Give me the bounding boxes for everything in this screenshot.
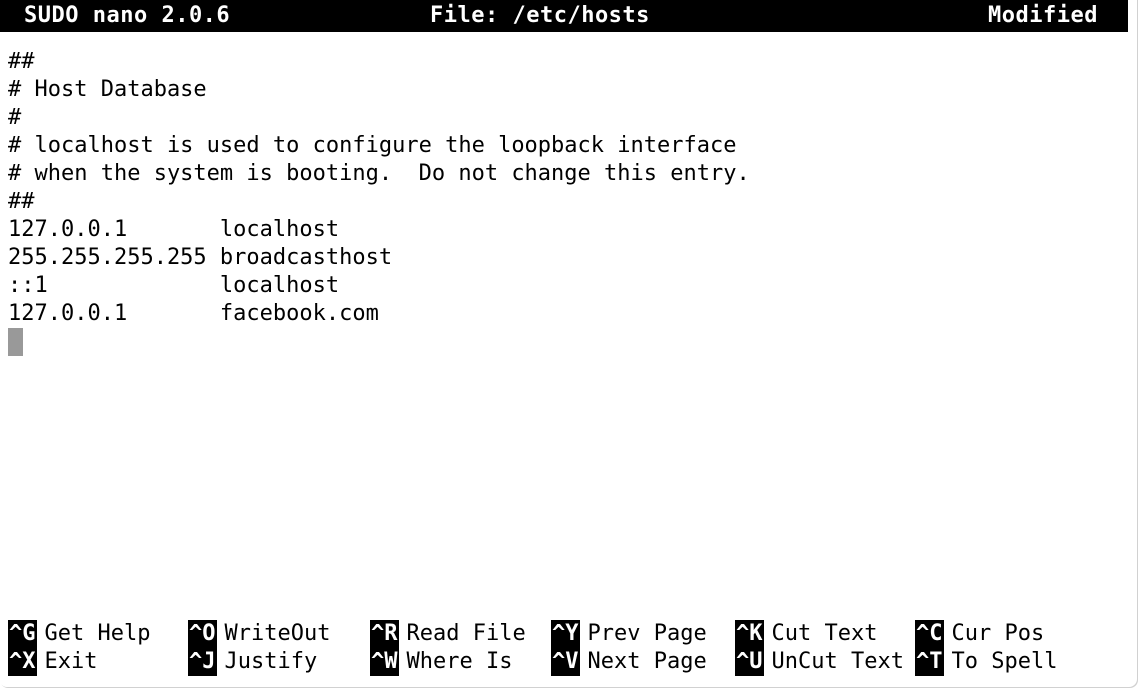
file-path-label: File: /etc/hosts (430, 3, 650, 28)
shortcut-key-badge: ^R (370, 620, 399, 648)
shortcut-prev-page[interactable]: ^Y Prev Page (551, 620, 707, 648)
shortcut-label: Prev Page (587, 621, 707, 646)
title-bar: SUDO nano 2.0.6 File: /etc/hosts Modifie… (0, 0, 1128, 32)
editor-line[interactable]: # Host Database (8, 76, 207, 104)
shortcut-read-file[interactable]: ^R Read File (370, 620, 526, 648)
shortcut-label: Get Help (44, 621, 151, 646)
editor-line[interactable]: 127.0.0.1 localhost (8, 216, 339, 244)
shortcut-label: Read File (406, 621, 526, 646)
shortcut-label: UnCut Text (771, 649, 904, 674)
shortcut-get-help[interactable]: ^G Get Help (8, 620, 150, 648)
shortcut-label: To Spell (951, 649, 1058, 674)
shortcut-key-badge: ^G (8, 620, 37, 648)
editor-line[interactable]: ## (8, 48, 35, 76)
editor-line[interactable]: 127.0.0.1 facebook.com (8, 300, 379, 328)
text-cursor (8, 328, 23, 356)
shortcut-help-bar: ^G Get Help ^X Exit ^O WriteOut ^J Justify ^R Rea… (0, 620, 1138, 678)
shortcut-writeout[interactable]: ^O WriteOut (188, 620, 330, 648)
app-version-label: SUDO nano 2.0.6 (24, 3, 231, 28)
editor-line[interactable]: 255.255.255.255 broadcasthost (8, 244, 392, 272)
editor-line[interactable]: # (8, 104, 21, 132)
shortcut-label: Where Is (406, 649, 513, 674)
editor-line[interactable]: # when the system is booting. Do not cha… (8, 160, 750, 188)
shortcut-exit[interactable]: ^X Exit (8, 648, 97, 676)
editor-line[interactable]: ## (8, 188, 35, 216)
shortcut-key-badge: ^C (915, 620, 944, 648)
shortcut-key-badge: ^K (735, 620, 764, 648)
nano-editor-window: SUDO nano 2.0.6 File: /etc/hosts Modifie… (0, 0, 1138, 688)
shortcut-label: Cur Pos (951, 621, 1045, 646)
shortcut-label: WriteOut (224, 621, 331, 646)
shortcut-key-badge: ^W (370, 648, 399, 676)
shortcut-key-badge: ^O (188, 620, 217, 648)
shortcut-where-is[interactable]: ^W Where Is (370, 648, 512, 676)
shortcut-key-badge: ^J (188, 648, 217, 676)
text-buffer[interactable]: ## # Host Database # # localhost is used to… (0, 48, 1138, 600)
shortcut-key-badge: ^X (8, 648, 37, 676)
shortcut-uncut-text[interactable]: ^U UnCut Text (735, 648, 904, 676)
shortcut-label: Exit (44, 649, 98, 674)
shortcut-next-page[interactable]: ^V Next Page (551, 648, 707, 676)
editor-line[interactable]: ::1 localhost (8, 272, 339, 300)
shortcut-key-badge: ^U (735, 648, 764, 676)
shortcut-cur-pos[interactable]: ^C Cur Pos (915, 620, 1044, 648)
shortcut-key-badge: ^Y (551, 620, 580, 648)
shortcut-label: Justify (224, 649, 318, 674)
shortcut-key-badge: ^T (915, 648, 944, 676)
shortcut-justify[interactable]: ^J Justify (188, 648, 317, 676)
shortcut-cut-text[interactable]: ^K Cut Text (735, 620, 877, 648)
shortcut-label: Cut Text (771, 621, 878, 646)
modified-status-label: Modified (988, 3, 1098, 28)
shortcut-label: Next Page (587, 649, 707, 674)
shortcut-key-badge: ^V (551, 648, 580, 676)
editor-line[interactable]: # localhost is used to configure the loo… (8, 132, 736, 160)
shortcut-to-spell[interactable]: ^T To Spell (915, 648, 1057, 676)
